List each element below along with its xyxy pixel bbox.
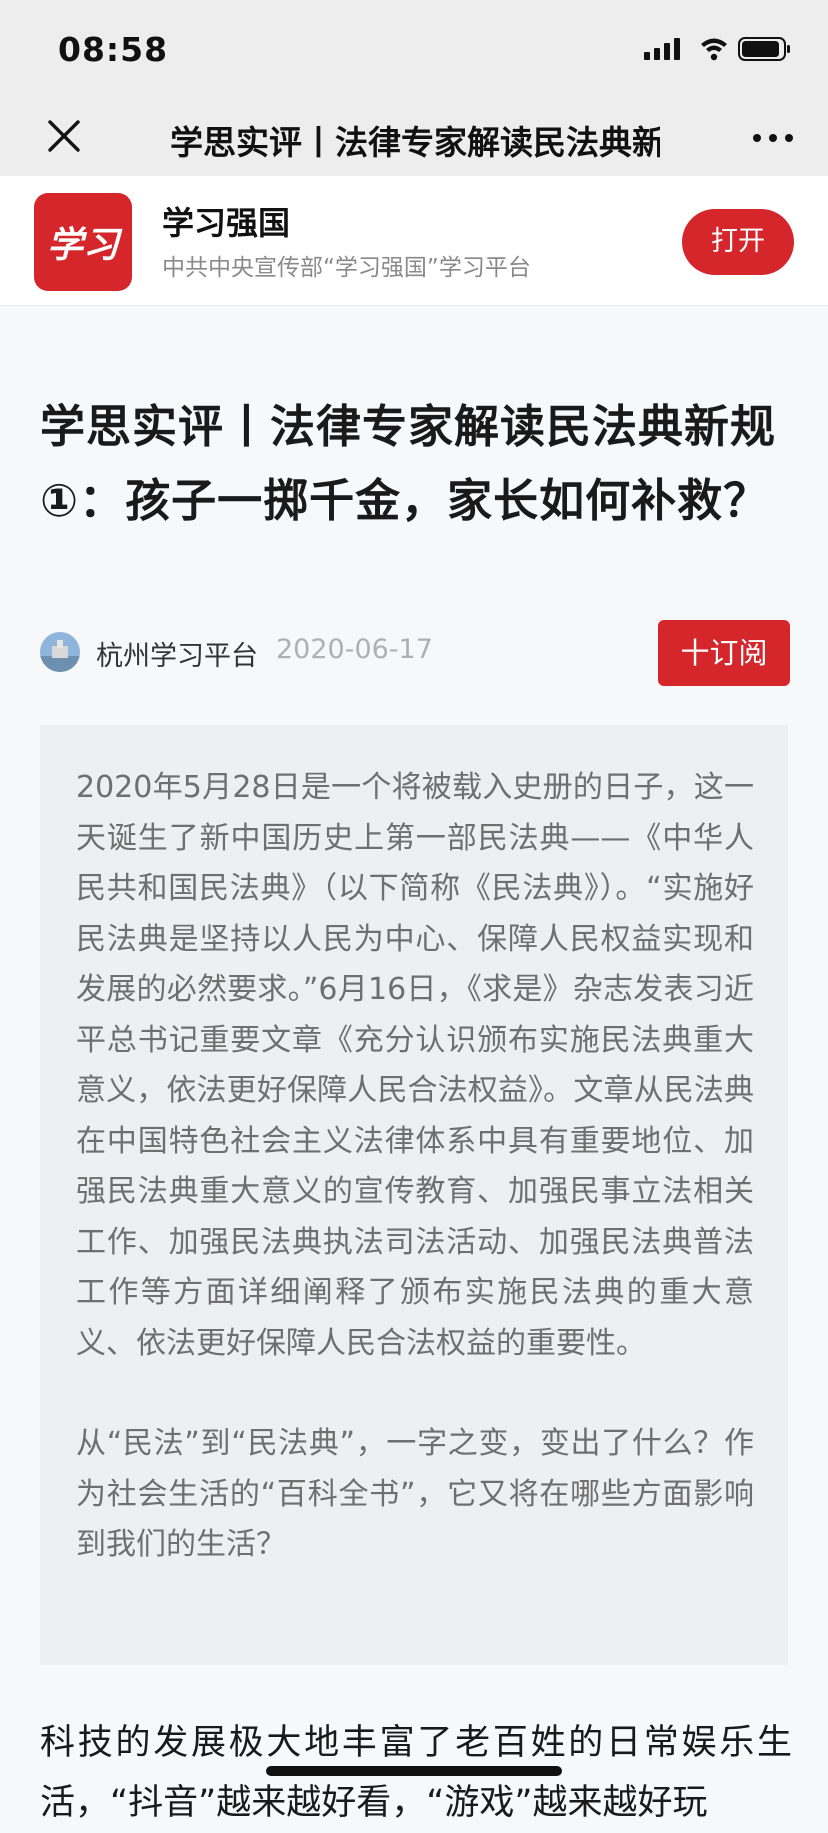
nav-bar: 学思实评丨法律专家解读民法典新规①：孩子一掷千金，家长如何补救？ [0, 96, 828, 176]
battery-icon [738, 37, 790, 61]
app-description: 中共中央宣传部“学习强国”学习平台 [162, 255, 531, 281]
close-icon[interactable] [40, 112, 88, 160]
status-bar: 08:58 [0, 0, 828, 96]
home-indicator [266, 1766, 562, 1776]
subscribe-button[interactable]: 十订阅 [658, 620, 790, 686]
quote-paragraph: 从“民法”到“民法典”，一字之变，变出了什么？作为社会生活的“百科全书”，它又将… [76, 1426, 754, 1562]
nav-title: 学思实评丨法律专家解读民法典新规①：孩子一掷千金，家长如何补救？ [170, 123, 660, 160]
wifi-icon [701, 38, 727, 61]
author-name[interactable]: 杭州学习平台 [96, 634, 258, 673]
status-icons [614, 34, 794, 64]
app-logo[interactable]: 学习 [34, 193, 132, 291]
app-logo-text: 学习 [47, 224, 123, 266]
publish-date: 2020-06-17 [276, 634, 433, 665]
status-time: 08:58 [58, 30, 169, 69]
more-icon[interactable] [748, 120, 798, 156]
author-row: 杭州学习平台 2020-06-17 十订阅 [40, 620, 790, 686]
open-app-button[interactable]: 打开 [682, 209, 794, 275]
app-name: 学习强国 [162, 204, 291, 242]
quote-paragraph: 2020年5月28日是一个将被载入史册的日子，这一天诞生了新中国历史上第一部民法… [76, 770, 754, 1361]
avatar[interactable] [40, 632, 80, 672]
app-banner: 学习 学习强国 中共中央宣传部“学习强国”学习平台 打开 [0, 176, 828, 306]
quote-box: 2020年5月28日是一个将被载入史册的日子，这一天诞生了新中国历史上第一部民法… [40, 725, 788, 1665]
article-title: 学思实评丨法律专家解读民法典新规①：孩子一掷千金，家长如何补救？ [40, 400, 777, 527]
signal-icon [644, 38, 680, 60]
